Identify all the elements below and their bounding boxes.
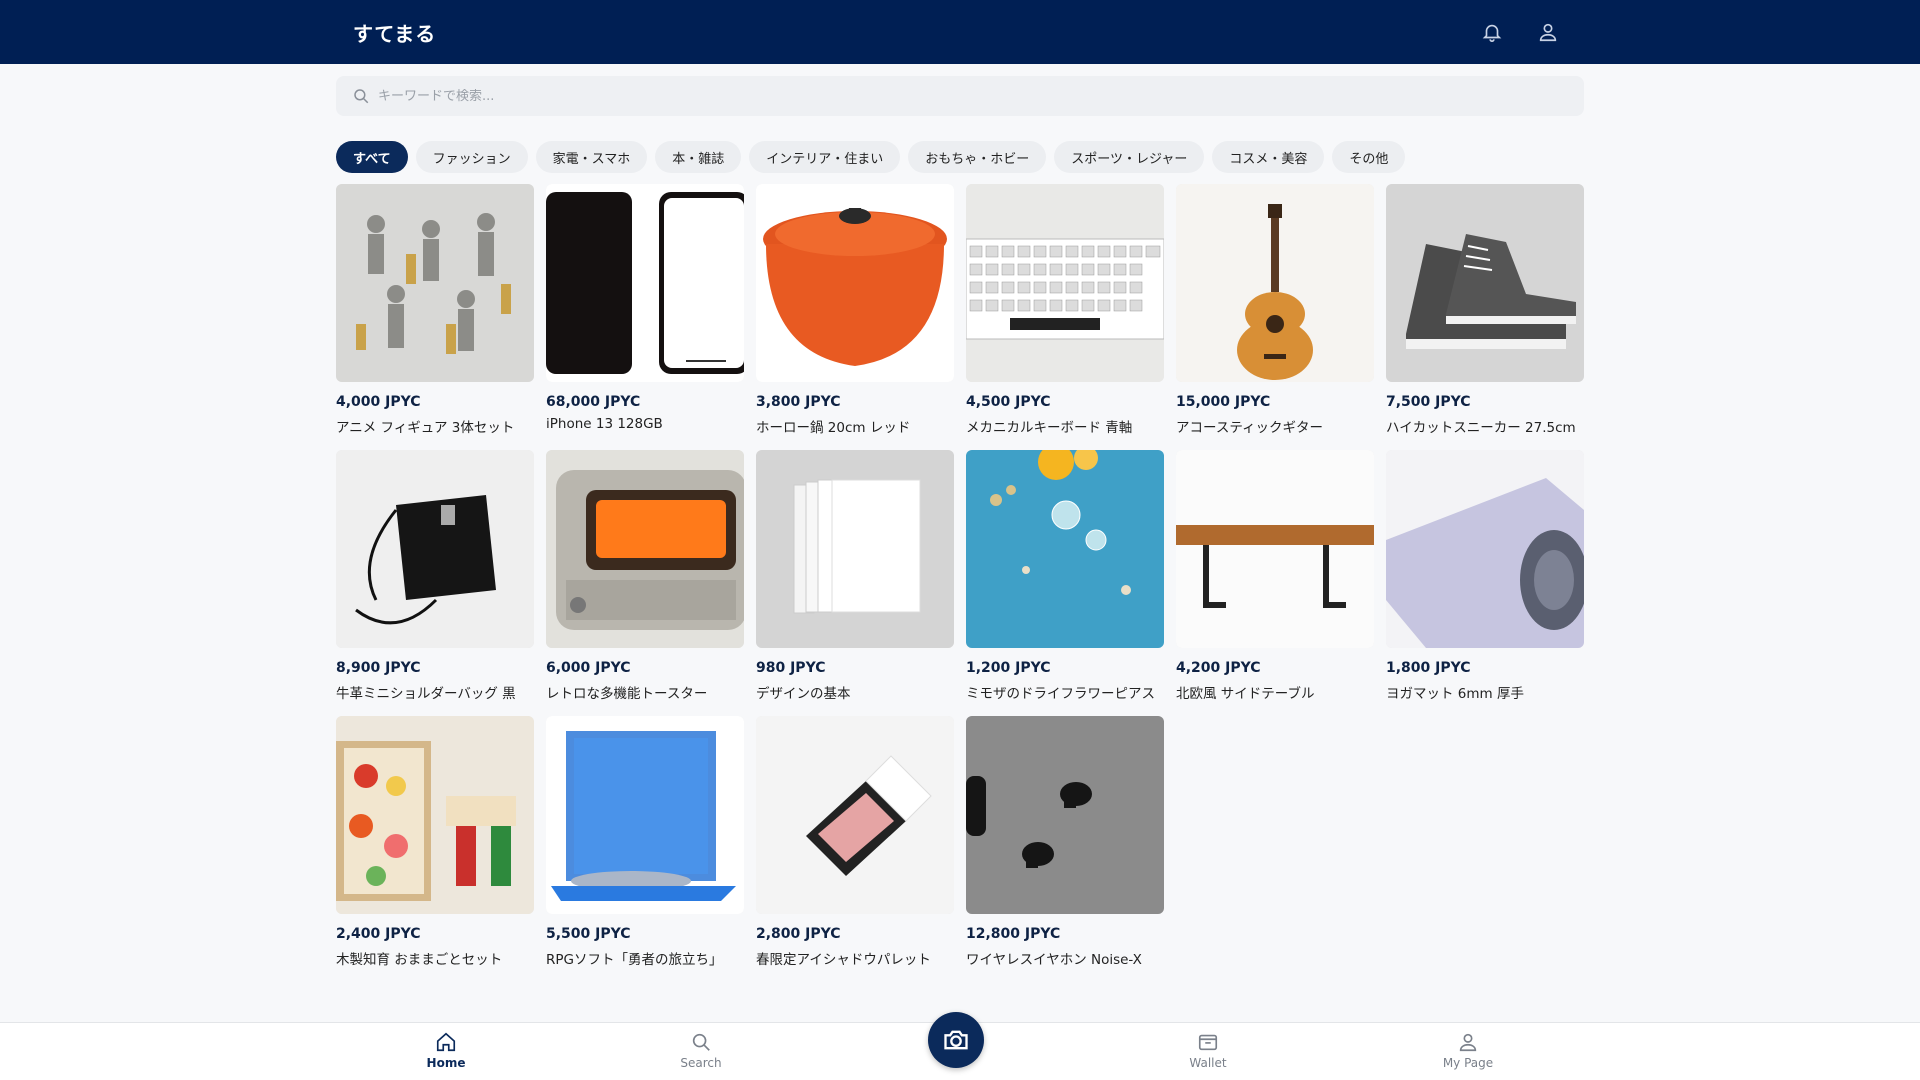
product-price: 3,800 JPYC	[756, 394, 841, 410]
product-price: 4,200 JPYC	[1176, 660, 1261, 676]
product-title: RPGソフト「勇者の旅立ち」	[546, 952, 723, 968]
product-title: レトロな多機能トースター	[546, 686, 708, 702]
product-title: デザインの基本	[756, 686, 851, 702]
app-header: すてまる	[0, 0, 1920, 64]
camera-button[interactable]	[928, 1012, 984, 1068]
product-image-game-case	[546, 716, 744, 914]
product-price: 6,000 JPYC	[546, 660, 631, 676]
search-input[interactable]	[378, 88, 1558, 104]
product-card[interactable]: 12,800 JPYC ワイヤレスイヤホン Noise-X	[966, 716, 1164, 968]
nav-wallet[interactable]: Wallet	[1163, 1031, 1253, 1070]
product-card[interactable]: 5,500 JPYC RPGソフト「勇者の旅立ち」	[546, 716, 744, 968]
product-title: 牛革ミニショルダーバッグ 黒	[336, 686, 516, 702]
product-image-metal-figures	[336, 184, 534, 382]
product-image-yoga-mat	[1386, 450, 1584, 648]
product-card[interactable]: 6,000 JPYC レトロな多機能トースター	[546, 450, 744, 702]
product-card[interactable]: 15,000 JPYC アコースティックギター	[1176, 184, 1374, 436]
product-price: 8,900 JPYC	[336, 660, 421, 676]
product-title: iPhone 13 128GB	[546, 416, 663, 432]
product-card[interactable]: 1,800 JPYC ヨガマット 6mm 厚手	[1386, 450, 1584, 702]
product-card[interactable]: 7,500 JPYC ハイカットスニーカー 27.5cm	[1386, 184, 1584, 436]
bell-icon[interactable]	[1478, 18, 1506, 46]
product-image-eyeshadow	[756, 716, 954, 914]
product-image-toaster	[546, 450, 744, 648]
category-chip-interior[interactable]: インテリア・住まい	[749, 141, 901, 173]
product-price: 7,500 JPYC	[1386, 394, 1471, 410]
product-image-keyboard	[966, 184, 1164, 382]
product-price: 4,500 JPYC	[966, 394, 1051, 410]
product-card[interactable]: 3,800 JPYC ホーロー鍋 20cm レッド	[756, 184, 954, 436]
category-filter: すべて ファッション 家電・スマホ 本・雑誌 インテリア・住まい おもちゃ・ホビ…	[336, 141, 1406, 173]
search-bar[interactable]	[336, 76, 1584, 116]
category-chip-toys[interactable]: おもちゃ・ホビー	[908, 141, 1047, 173]
search-icon	[690, 1031, 712, 1053]
product-title: アコースティックギター	[1176, 420, 1324, 436]
nav-label: Search	[680, 1056, 722, 1070]
product-card[interactable]: 4,200 JPYC 北欧風 サイドテーブル	[1176, 450, 1374, 702]
product-card[interactable]: 8,900 JPYC 牛革ミニショルダーバッグ 黒	[336, 450, 534, 702]
category-chip-sports[interactable]: スポーツ・レジャー	[1054, 141, 1205, 173]
product-title: アニメ フィギュア 3体セット	[336, 420, 515, 436]
product-image-sneakers	[1386, 184, 1584, 382]
product-price: 15,000 JPYC	[1176, 394, 1271, 410]
nav-mypage[interactable]: My Page	[1423, 1031, 1513, 1070]
product-price: 1,200 JPYC	[966, 660, 1051, 676]
product-card[interactable]: 68,000 JPYC iPhone 13 128GB	[546, 184, 744, 436]
product-title: ミモザのドライフラワーピアス	[966, 686, 1155, 702]
product-card[interactable]: 4,000 JPYC アニメ フィギュア 3体セット	[336, 184, 534, 436]
category-chip-cosmetics[interactable]: コスメ・美容	[1212, 141, 1325, 173]
camera-icon	[942, 1026, 970, 1054]
product-card[interactable]: 2,800 JPYC 春限定アイシャドウパレット	[756, 716, 954, 968]
product-price: 980 JPYC	[756, 660, 826, 676]
category-chip-electronics[interactable]: 家電・スマホ	[535, 141, 648, 173]
product-title: メカニカルキーボード 青軸	[966, 420, 1133, 436]
product-price: 1,800 JPYC	[1386, 660, 1471, 676]
product-image-shoulder-bag	[336, 450, 534, 648]
product-card[interactable]: 4,500 JPYC メカニカルキーボード 青軸	[966, 184, 1164, 436]
product-title: ヨガマット 6mm 厚手	[1386, 686, 1524, 702]
wallet-icon	[1197, 1031, 1219, 1053]
nav-label: My Page	[1442, 1056, 1494, 1070]
nav-home[interactable]: Home	[401, 1031, 491, 1070]
product-title: ホーロー鍋 20cm レッド	[756, 420, 911, 436]
product-price: 12,800 JPYC	[966, 926, 1061, 942]
product-title: ワイヤレスイヤホン Noise-X	[966, 952, 1142, 968]
search-icon	[352, 87, 370, 105]
product-price: 68,000 JPYC	[546, 394, 641, 410]
product-image-smartphone	[546, 184, 744, 382]
product-grid: 4,000 JPYC アニメ フィギュア 3体セット 68,000 JPYC i…	[336, 184, 1586, 968]
product-card[interactable]: 980 JPYC デザインの基本	[756, 450, 954, 702]
nav-label: Wallet	[1189, 1056, 1227, 1070]
product-image-enamel-pot	[756, 184, 954, 382]
nav-search[interactable]: Search	[656, 1031, 746, 1070]
category-chip-books[interactable]: 本・雑誌	[655, 141, 742, 173]
product-card[interactable]: 2,400 JPYC 木製知育 おままごとセット	[336, 716, 534, 968]
product-price: 2,800 JPYC	[756, 926, 841, 942]
product-image-wooden-toys	[336, 716, 534, 914]
product-price: 4,000 JPYC	[336, 394, 421, 410]
product-price: 2,400 JPYC	[336, 926, 421, 942]
product-title: 北欧風 サイドテーブル	[1176, 686, 1315, 702]
product-title: 木製知育 おままごとセット	[336, 952, 503, 968]
home-icon	[435, 1031, 457, 1053]
product-image-earbuds	[966, 716, 1164, 914]
product-title: ハイカットスニーカー 27.5cm	[1386, 420, 1576, 436]
nav-label: Home	[426, 1056, 466, 1070]
product-image-guitar	[1176, 184, 1374, 382]
category-chip-all[interactable]: すべて	[336, 141, 408, 173]
category-chip-fashion[interactable]: ファッション	[415, 141, 528, 173]
product-image-white-books	[756, 450, 954, 648]
product-image-side-table	[1176, 450, 1374, 648]
user-icon	[1457, 1031, 1479, 1053]
user-icon[interactable]	[1534, 18, 1562, 46]
brand-logo[interactable]: すてまる	[353, 18, 436, 47]
product-image-earrings	[966, 450, 1164, 648]
product-title: 春限定アイシャドウパレット	[756, 952, 931, 968]
product-price: 5,500 JPYC	[546, 926, 631, 942]
product-card[interactable]: 1,200 JPYC ミモザのドライフラワーピアス	[966, 450, 1164, 702]
category-chip-other[interactable]: その他	[1332, 141, 1406, 173]
